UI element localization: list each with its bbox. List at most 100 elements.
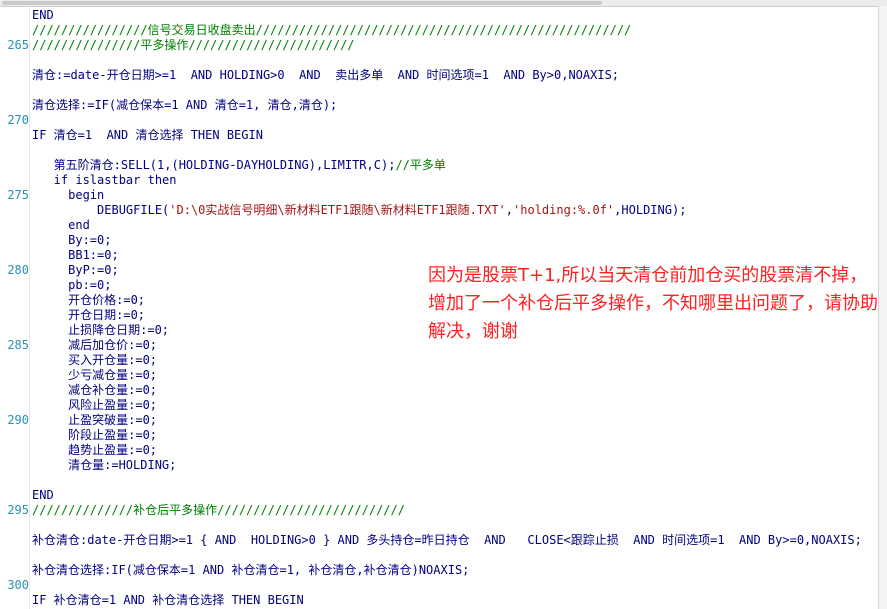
code-text: 第五阶清仓:SELL(1,(HOLDING-DAYHOLDING),LIMITR… (32, 158, 446, 173)
code-text: END (32, 8, 54, 23)
code-line[interactable] (0, 548, 878, 563)
code-segment: 少亏减仓量:=0; (32, 368, 158, 382)
code-line[interactable]: 265///////////////平多操作//////////////////… (0, 38, 878, 53)
code-line[interactable] (0, 53, 878, 68)
code-segment: 止盈突破量:=0; (32, 413, 158, 427)
code-segment: 买入开仓量:=0; (32, 353, 158, 367)
code-line[interactable]: 补仓清仓选择:IF(减仓保本=1 AND 补仓清仓=1, 补仓清仓,补仓清仓)N… (0, 563, 878, 578)
code-line[interactable]: By:=0; (0, 233, 878, 248)
line-number: 290 (7, 413, 29, 427)
code-line[interactable]: if islastbar then (0, 173, 878, 188)
code-segment: DEBUGFILE( (32, 203, 170, 217)
code-text: 止损降仓日期:=0; (32, 323, 169, 338)
code-segment: By:=0; (32, 233, 112, 247)
code-line[interactable] (0, 143, 878, 158)
code-line[interactable]: IF 清仓=1 AND 清仓选择 THEN BEGIN (0, 128, 878, 143)
code-segment: 清仓:=date-开仓日期>=1 AND HOLDING>0 AND 卖出多单 … (32, 68, 620, 82)
vertical-scrollbar[interactable] (878, 6, 887, 609)
code-segment: ByP:=0; (32, 263, 119, 277)
code-line[interactable] (0, 518, 878, 533)
code-segment: BB1:=0; (32, 248, 119, 262)
line-number: 300 (7, 578, 29, 592)
code-text: ByP:=0; (32, 263, 119, 278)
code-segment: 趋势止盈量:=0; (32, 443, 158, 457)
line-number: 285 (7, 338, 29, 352)
code-line[interactable]: 少亏减仓量:=0; (0, 368, 878, 383)
code-line[interactable] (0, 83, 878, 98)
code-segment: END (32, 8, 54, 22)
code-comment: ///////////////平多操作/////////////////////… (32, 38, 355, 53)
code-comment: //////////////补仓后平多操作///////////////////… (32, 503, 405, 518)
code-line[interactable]: END (0, 488, 878, 503)
code-segment: pb:=0; (32, 278, 112, 292)
code-line[interactable]: 风险止盈量:=0; (0, 398, 878, 413)
code-line[interactable]: 清仓量:=HOLDING; (0, 458, 878, 473)
code-line[interactable]: 清仓:=date-开仓日期>=1 AND HOLDING>0 AND 卖出多单 … (0, 68, 878, 83)
code-line[interactable]: DEBUGFILE('D:\0实战信号明细\新材料ETF1跟随\新材料ETF1跟… (0, 203, 878, 218)
code-line[interactable]: 275 begin (0, 188, 878, 203)
code-text: end (32, 218, 90, 233)
code-line[interactable]: 第五阶清仓:SELL(1,(HOLDING-DAYHOLDING),LIMITR… (0, 158, 878, 173)
code-text: 少亏减仓量:=0; (32, 368, 157, 383)
code-line[interactable]: end (0, 218, 878, 233)
code-segment: 减仓补仓量:=0; (32, 383, 158, 397)
code-text: pb:=0; (32, 278, 111, 293)
code-segment: ,HOLDING); (614, 203, 687, 217)
code-line[interactable]: 290 止盈突破量:=0; (0, 413, 878, 428)
code-segment: begin (32, 188, 105, 202)
code-text: 开仓价格:=0; (32, 293, 145, 308)
code-segment: //////////////补仓后平多操作///////////////////… (32, 503, 405, 517)
code-segment: IF 补仓清仓=1 AND 补仓清仓选择 THEN BEGIN (32, 593, 304, 607)
code-text: 清仓量:=HOLDING; (32, 458, 176, 473)
code-segment: 阶段止盈量:=0; (32, 428, 158, 442)
code-line[interactable]: ////////////////信号交易日收盘卖出///////////////… (0, 23, 878, 38)
code-text: 买入开仓量:=0; (32, 353, 157, 368)
code-segment: 第五阶清仓:SELL(1,(HOLDING-DAYHOLDING),LIMITR… (32, 158, 396, 172)
horizontal-scrollbar-thumb[interactable] (2, 1, 602, 5)
code-text: 开仓日期:=0; (32, 308, 145, 323)
code-segment: ////////////////信号交易日收盘卖出///////////////… (32, 23, 632, 37)
code-line[interactable]: 270 (0, 113, 878, 128)
code-segment: 风险止盈量:=0; (32, 398, 158, 412)
code-segment: if islastbar then (32, 173, 177, 187)
code-line[interactable]: 买入开仓量:=0; (0, 353, 878, 368)
code-text: begin (32, 188, 104, 203)
code-text: 减后加仓价:=0; (32, 338, 157, 353)
code-text: IF 补仓清仓=1 AND 补仓清仓选择 THEN BEGIN (32, 593, 304, 608)
string-literal: 'holding:%.0f' (513, 203, 615, 217)
code-line[interactable]: END (0, 8, 878, 23)
code-segment: 开仓日期:=0; (32, 308, 146, 322)
code-comment: ////////////////信号交易日收盘卖出///////////////… (32, 23, 631, 38)
code-text: BB1:=0; (32, 248, 119, 263)
code-line[interactable]: BB1:=0; (0, 248, 878, 263)
code-line[interactable]: IF 补仓清仓=1 AND 补仓清仓选择 THEN BEGIN (0, 593, 878, 608)
code-line[interactable]: 阶段止盈量:=0; (0, 428, 878, 443)
code-text: By:=0; (32, 233, 111, 248)
code-segment: 减后加仓价:=0; (32, 338, 158, 352)
code-line[interactable]: 300 (0, 578, 878, 593)
code-text: 阶段止盈量:=0; (32, 428, 157, 443)
code-segment: 补仓清仓:date-开仓日期>=1 { AND HOLDING>0 } AND … (32, 533, 862, 547)
line-number: 295 (7, 503, 29, 517)
code-text: 补仓清仓选择:IF(减仓保本=1 AND 补仓清仓=1, 补仓清仓,补仓清仓)N… (32, 563, 469, 578)
code-line[interactable]: 趋势止盈量:=0; (0, 443, 878, 458)
code-line[interactable]: 补仓清仓:date-开仓日期>=1 { AND HOLDING>0 } AND … (0, 533, 878, 548)
line-number: 280 (7, 263, 29, 277)
code-text: 趋势止盈量:=0; (32, 443, 157, 458)
code-separator: , (505, 203, 514, 217)
code-comment: //平多单 (395, 158, 446, 172)
code-text: END (32, 488, 54, 503)
code-line[interactable]: 295//////////////补仓后平多操作////////////////… (0, 503, 878, 518)
code-line[interactable]: 减仓补仓量:=0; (0, 383, 878, 398)
code-text: if islastbar then (32, 173, 177, 188)
code-text: 补仓清仓:date-开仓日期>=1 { AND HOLDING>0 } AND … (32, 533, 862, 548)
code-segment: end (32, 218, 90, 232)
line-number: 265 (7, 38, 29, 52)
line-number: 275 (7, 188, 29, 202)
code-line[interactable] (0, 473, 878, 488)
annotation-text: 因为是股票T+1,所以当天清仓前加仓买的股票清不掉，增加了一个补仓后平多操作，不… (428, 265, 878, 342)
code-text: DEBUGFILE('D:\0实战信号明细\新材料ETF1跟随\新材料ETF1跟… (32, 203, 686, 218)
code-line[interactable]: 清仓选择:=IF(减仓保本=1 AND 清仓=1, 清仓,清仓); (0, 98, 878, 113)
code-segment: IF 清仓=1 AND 清仓选择 THEN BEGIN (32, 128, 263, 142)
string-literal: 'D:\0实战信号明细\新材料ETF1跟随\新材料ETF1跟随.TXT' (169, 203, 506, 217)
